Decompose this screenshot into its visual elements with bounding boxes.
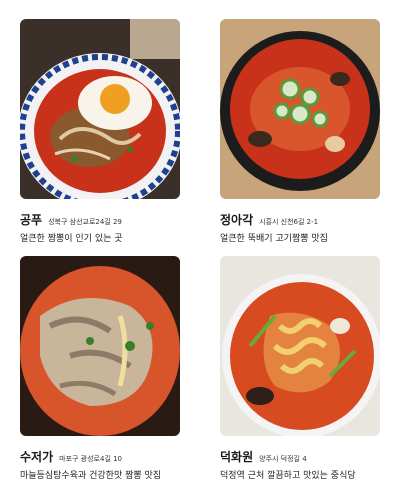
restaurant-description: 마늘등심탕수육과 건강한맛 짬뽕 맛집 bbox=[20, 471, 162, 481]
restaurant-photo-1[interactable] bbox=[20, 19, 180, 199]
restaurant-card-1[interactable]: 공푸 성북구 삼선교로24길 29 얼큰한 짬뽕이 인기 있는 곳 bbox=[20, 19, 180, 244]
restaurant-photo-2[interactable] bbox=[220, 19, 380, 199]
restaurant-name[interactable]: 공푸 bbox=[20, 213, 42, 227]
restaurant-card-2[interactable]: 정아각 시흥시 신천6길 2-1 얼큰한 뚝배기 고기짬뽕 맛집 bbox=[220, 19, 380, 244]
restaurant-photo-4[interactable] bbox=[220, 256, 380, 436]
restaurant-title-row-4: 덕화원 양주시 덕정길 4 bbox=[220, 446, 307, 465]
restaurant-title-row-2: 정아각 시흥시 신천6길 2-1 bbox=[220, 209, 318, 228]
restaurant-title-row-1: 공푸 성북구 삼선교로24길 29 bbox=[20, 209, 122, 228]
pork-jjamppong-image bbox=[20, 256, 180, 436]
restaurant-address: 마포구 광성로4길 10 bbox=[59, 455, 123, 463]
restaurant-address: 성북구 삼선교로24길 29 bbox=[48, 218, 122, 226]
ttukbaegi-jjamppong-image bbox=[220, 19, 380, 199]
restaurant-title-row-3: 수저가 마포구 광성로4길 10 bbox=[20, 446, 122, 465]
restaurant-description: 얼큰한 짬뽕이 인기 있는 곳 bbox=[20, 234, 123, 244]
restaurant-address: 양주시 덕정길 4 bbox=[259, 455, 307, 463]
restaurant-description: 얼큰한 뚝배기 고기짬뽕 맛집 bbox=[220, 234, 328, 244]
restaurant-card-4[interactable]: 덕화원 양주시 덕정길 4 덕정역 근처 깔끔하고 맛있는 중식당 bbox=[220, 256, 380, 481]
restaurant-card-3[interactable]: 수저가 마포구 광성로4길 10 마늘등심탕수육과 건강한맛 짬뽕 맛집 bbox=[20, 256, 180, 481]
restaurant-name[interactable]: 정아각 bbox=[220, 213, 253, 227]
seafood-jjamppong-image bbox=[220, 256, 380, 436]
jjamppong-egg-image bbox=[20, 19, 180, 199]
restaurant-address: 시흥시 신천6길 2-1 bbox=[259, 218, 319, 226]
restaurant-name[interactable]: 덕화원 bbox=[220, 450, 253, 464]
restaurant-name[interactable]: 수저가 bbox=[20, 450, 53, 464]
restaurant-description: 덕정역 근처 깔끔하고 맛있는 중식당 bbox=[220, 471, 356, 481]
restaurant-photo-3[interactable] bbox=[20, 256, 180, 436]
